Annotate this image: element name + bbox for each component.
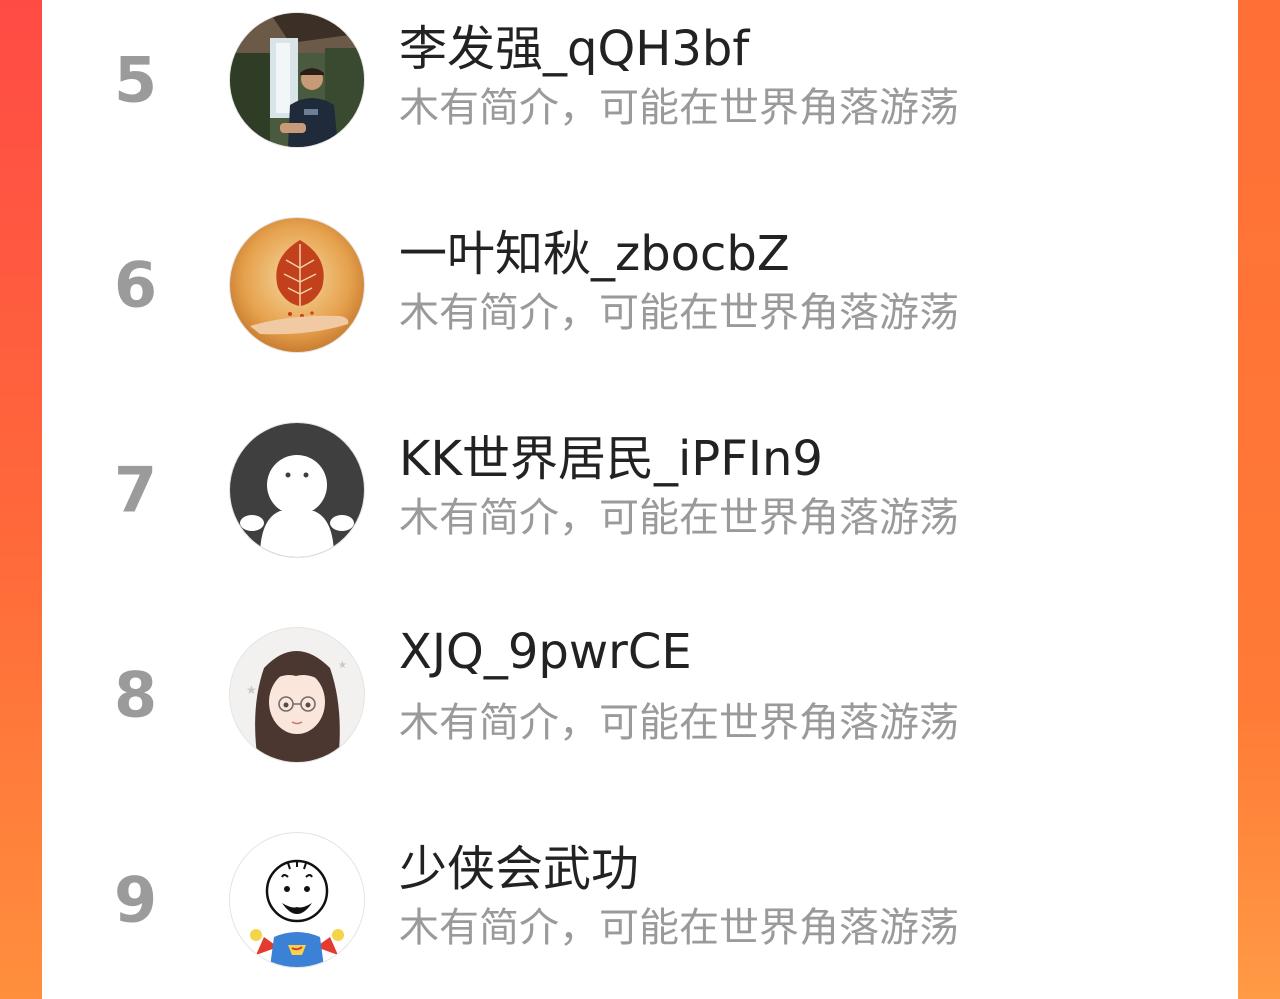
autumn-leaf-hand-avatar-icon xyxy=(230,218,364,352)
default-ghost-avatar-icon xyxy=(230,423,364,557)
ranking-row[interactable]: 5 李发强_qQH3bf 木有简介，可能在世界角落游荡 xyxy=(42,0,1238,165)
rank-number: 6 xyxy=(114,248,158,322)
ranking-row[interactable]: 8 ★ ★ XJQ_9pwrCE 木有简介，可能在世界角落游荡 xyxy=(42,610,1238,780)
svg-text:★: ★ xyxy=(338,660,347,671)
user-avatar[interactable] xyxy=(230,218,364,352)
ranking-card: 5 李发强_qQH3bf 木有简介，可能在世界角落游荡 6 一叶知秋_zbocb… xyxy=(42,0,1238,999)
right-gradient-edge xyxy=(1238,0,1280,999)
user-avatar[interactable] xyxy=(230,13,364,147)
ranking-row[interactable]: 7 KK世界居民_iPFIn9 木有简介，可能在世界角落游荡 xyxy=(42,405,1238,575)
ranking-row[interactable]: 6 一叶知秋_zbocbZ 木有简介，可能在世界角落游荡 xyxy=(42,200,1238,370)
anime-girl-avatar-icon: ★ ★ xyxy=(230,628,364,762)
user-avatar[interactable] xyxy=(230,423,364,557)
page: 5 李发强_qQH3bf 木有简介，可能在世界角落游荡 6 一叶知秋_zbocb… xyxy=(0,0,1280,999)
cartoon-superman-avatar-icon xyxy=(230,833,364,967)
ranking-row[interactable]: 9 少侠会武功 木有简介，可能在世界角落游荡 xyxy=(42,815,1238,985)
user-bio: 木有简介，可能在世界角落游荡 xyxy=(399,495,959,541)
user-name[interactable]: 一叶知秋_zbocbZ xyxy=(399,214,790,284)
user-bio: 木有简介，可能在世界角落游荡 xyxy=(399,85,959,131)
rank-number: 9 xyxy=(114,863,158,937)
user-bio: 木有简介，可能在世界角落游荡 xyxy=(399,905,959,951)
svg-text:★: ★ xyxy=(246,683,257,697)
user-bio: 木有简介，可能在世界角落游荡 xyxy=(399,290,959,336)
user-bio: 木有简介，可能在世界角落游荡 xyxy=(399,700,959,746)
rank-number: 7 xyxy=(114,453,158,527)
photo-man-waterfall-avatar-icon xyxy=(230,13,364,147)
rank-number: 8 xyxy=(114,658,158,732)
user-name[interactable]: 少侠会武功 xyxy=(399,829,639,899)
user-name[interactable]: KK世界居民_iPFIn9 xyxy=(399,419,823,489)
user-avatar[interactable]: ★ ★ xyxy=(230,628,364,762)
user-name[interactable]: XJQ_9pwrCE xyxy=(399,624,692,680)
rank-number: 5 xyxy=(114,43,158,117)
user-avatar[interactable] xyxy=(230,833,364,967)
user-name[interactable]: 李发强_qQH3bf xyxy=(399,9,749,79)
